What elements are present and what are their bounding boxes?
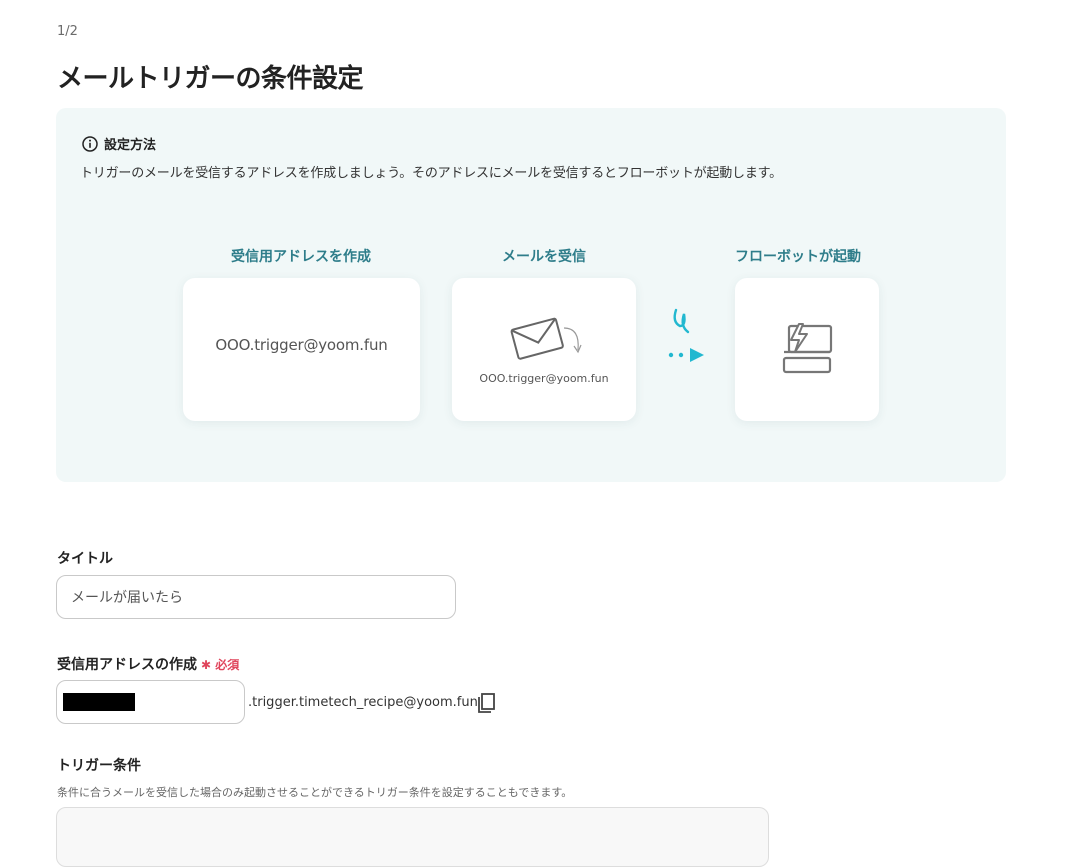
- address-suffix: .trigger.timetech_recipe@yoom.fun: [248, 695, 478, 710]
- flow-step-start-label: フローボットが起動: [735, 249, 861, 265]
- info-icon: [82, 135, 98, 152]
- address-field-label: 受信用アドレスの作成 ✱ 必須: [57, 654, 239, 674]
- flow-step-receive-label: メールを受信: [502, 249, 586, 265]
- title-field-label: タイトル: [57, 551, 113, 567]
- flow-card-receive-mail: OOO.trigger@yoom.fun: [452, 278, 636, 421]
- title-input[interactable]: メールが届いたら: [56, 575, 456, 619]
- redacted-value: [63, 693, 135, 711]
- title-input-value: メールが届いたら: [71, 590, 183, 606]
- address-label-text: 受信用アドレスの作成: [57, 657, 197, 673]
- envelope-icon: [510, 317, 582, 360]
- flow-card-create-address: OOO.trigger@yoom.fun: [183, 278, 420, 421]
- flowbot-icon: [782, 323, 833, 374]
- card-mail-address-text: OOO.trigger@yoom.fun: [479, 372, 609, 385]
- guide-heading-text: 設定方法: [104, 138, 157, 153]
- trigger-condition-area[interactable]: [56, 807, 769, 867]
- page-title: メールトリガーの条件設定: [57, 64, 364, 94]
- guide-heading: 設定方法: [82, 134, 156, 153]
- guide-description: トリガーのメールを受信するアドレスを作成しましょう。そのアドレスにメールを受信す…: [80, 166, 782, 181]
- setup-guide-panel: 設定方法 トリガーのメールを受信するアドレスを作成しましょう。そのアドレスにメー…: [56, 108, 1006, 482]
- card-address-text: OOO.trigger@yoom.fun: [215, 336, 388, 354]
- trigger-condition-hint: 条件に合うメールを受信した場合のみ起動させることができるトリガー条件を設定するこ…: [57, 786, 573, 799]
- trigger-condition-label: トリガー条件: [57, 758, 141, 774]
- copy-icon[interactable]: [474, 692, 498, 716]
- required-badge: ✱ 必須: [201, 658, 240, 672]
- step-indicator: 1/2: [57, 24, 78, 39]
- flow-step-create-label: 受信用アドレスを作成: [231, 249, 371, 265]
- address-prefix-input[interactable]: [56, 680, 245, 724]
- flow-arrow-icon: [668, 308, 704, 362]
- flow-card-flowbot-start: [735, 278, 879, 421]
